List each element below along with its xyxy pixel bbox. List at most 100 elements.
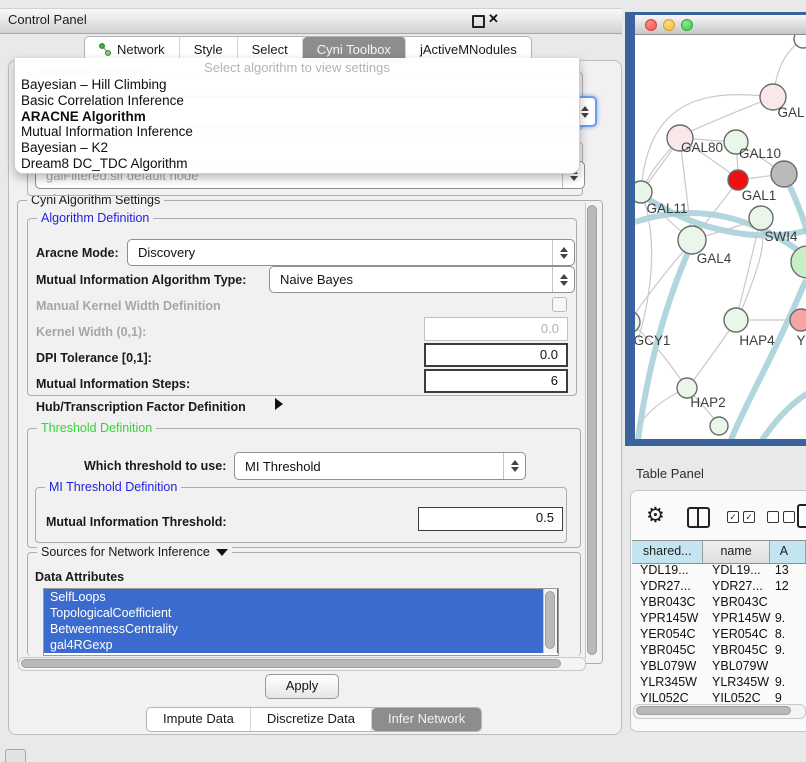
apply-button[interactable]: Apply — [265, 674, 339, 699]
threshold-definition-title: Threshold Definition — [37, 421, 156, 435]
table-row[interactable]: YIL052CYIL052C9 — [632, 690, 806, 702]
table-row[interactable]: YBR043CYBR043C — [632, 594, 806, 610]
node-label: GAL10 — [739, 146, 781, 161]
network-node[interactable] — [791, 246, 806, 278]
network-canvas-svg: GALGAL80GAL10GAL1GAL11SWI4GAL4GCY1HAP4YH… — [635, 35, 806, 439]
tab-impute-data[interactable]: Impute Data — [147, 708, 251, 731]
network-edge[interactable] — [683, 97, 773, 135]
column-header-third[interactable]: A — [770, 541, 806, 563]
mi-type-combo[interactable]: Naive Bayes — [269, 266, 575, 293]
screen: Control Panel ✕ NetworkStyleSelectCyni T… — [0, 0, 806, 762]
combo-spinner-icon — [552, 240, 574, 265]
column-header-name[interactable]: name — [703, 541, 769, 563]
data-attribute-item[interactable]: BetweennessCentrality — [44, 621, 558, 637]
tab-discretize-data[interactable]: Discretize Data — [251, 708, 372, 731]
network-node-gal1[interactable] — [728, 170, 748, 190]
attributes-vertical-scrollbar[interactable] — [543, 589, 557, 653]
node-label: GCY1 — [635, 333, 670, 348]
network-node-swi4[interactable] — [749, 206, 773, 230]
mi-steps-input[interactable]: 6 — [424, 369, 568, 393]
node-label: GAL4 — [697, 251, 732, 266]
mi-threshold-label: Mutual Information Threshold: — [46, 515, 227, 529]
close-icon[interactable]: ✕ — [488, 11, 499, 27]
data-attribute-item[interactable]: SelfLoops — [44, 589, 558, 605]
algorithm-list: Bayesian – Hill ClimbingBasic Correlatio… — [15, 77, 579, 172]
combo-spinner-icon — [503, 453, 525, 479]
deselect-all-checkboxes-icon[interactable] — [767, 511, 795, 523]
node-label: GAL1 — [742, 188, 777, 203]
network-edge[interactable] — [731, 280, 806, 439]
table-row[interactable]: YPR145WYPR145W9. — [632, 610, 806, 626]
algorithm-dropdown-popup: Select algorithm to view settings Bayesi… — [14, 58, 580, 174]
mi-type-label: Mutual Information Algorithm Type: — [36, 273, 246, 287]
mi-steps-label: Mutual Information Steps: — [36, 377, 190, 391]
network-node-hap4[interactable] — [724, 308, 748, 332]
network-icon — [99, 43, 112, 56]
data-attributes-list[interactable]: SelfLoopsTopologicalCoefficientBetweenne… — [43, 588, 559, 656]
settings-vertical-scrollbar[interactable] — [585, 203, 599, 659]
bottom-tabs: Impute DataDiscretize DataInfer Network — [146, 707, 482, 732]
data-attribute-item[interactable]: gal4RGexp — [44, 637, 558, 653]
network-window-titlebar — [635, 15, 806, 35]
sources-collapse-arrow-icon[interactable] — [216, 549, 228, 556]
table-row[interactable]: YER054CYER054C8. — [632, 626, 806, 642]
table-panel-title: Table Panel — [636, 466, 704, 481]
close-traffic-light-icon[interactable] — [645, 19, 657, 31]
algorithm-option[interactable]: Mutual Information Inference — [15, 124, 579, 140]
mi-threshold-group-title: MI Threshold Definition — [45, 480, 181, 494]
which-threshold-combo[interactable]: MI Threshold — [234, 452, 526, 480]
minimize-traffic-light-icon[interactable] — [663, 19, 675, 31]
network-edge[interactable] — [762, 393, 806, 439]
network-edge[interactable] — [635, 244, 690, 322]
kernel-width-label: Kernel Width (0,1): — [36, 325, 146, 339]
float-window-icon[interactable] — [472, 15, 485, 28]
table-row[interactable]: YDR27...YDR27...12 — [632, 578, 806, 594]
manual-kernel-checkbox[interactable] — [552, 297, 567, 312]
select-all-checkboxes-icon[interactable]: ✓ ✓ — [727, 511, 755, 523]
algorithm-option[interactable]: Basic Correlation Inference — [15, 93, 579, 109]
minimized-panel-icon[interactable] — [5, 749, 26, 762]
dpi-tolerance-input[interactable]: 0.0 — [424, 343, 568, 367]
algorithm-option[interactable]: Bayesian – K2 — [15, 140, 579, 156]
algorithm-placeholder: Select algorithm to view settings — [15, 58, 579, 77]
node-label: GAL80 — [681, 140, 723, 155]
hub-section-label: Hub/Transcription Factor Definition — [36, 400, 246, 414]
network-node[interactable] — [794, 35, 806, 48]
settings-horizontal-scrollbar[interactable] — [18, 657, 586, 671]
control-panel-titlebar — [0, 8, 622, 34]
zoom-traffic-light-icon[interactable] — [681, 19, 693, 31]
table-horizontal-scrollbar[interactable] — [633, 704, 806, 719]
network-canvas[interactable]: GALGAL80GAL10GAL1GAL11SWI4GAL4GCY1HAP4YH… — [635, 35, 806, 439]
algorithm-option[interactable]: Dream8 DC_TDC Algorithm — [15, 156, 579, 172]
table-row[interactable]: YLR345WYLR345W9. — [632, 674, 806, 690]
network-node-gcy1[interactable] — [635, 311, 640, 333]
column-header-shared-name[interactable]: shared... — [632, 541, 703, 563]
network-node-gal4[interactable] — [678, 226, 706, 254]
node-label: HAP2 — [690, 395, 725, 410]
kernel-width-input[interactable]: 0.0 — [424, 317, 568, 341]
algorithm-option[interactable]: Bayesian – Hill Climbing — [15, 77, 579, 93]
table-header: shared... name A — [632, 540, 806, 564]
node-label: Y — [796, 333, 805, 348]
table-row[interactable]: YBL079WYBL079W — [632, 658, 806, 674]
node-label: GAL — [777, 105, 805, 120]
aracne-mode-combo[interactable]: Discovery — [127, 239, 575, 266]
network-node-gal11[interactable] — [635, 181, 652, 203]
document-icon[interactable] — [797, 504, 806, 528]
settings-gear-icon[interactable]: ⚙ — [646, 503, 665, 528]
hub-expand-arrow-icon[interactable] — [275, 398, 283, 410]
mi-threshold-input[interactable]: 0.5 — [418, 507, 563, 531]
tab-infer-network[interactable]: Infer Network — [372, 708, 481, 731]
control-panel-title: Control Panel — [8, 12, 87, 27]
algorithm-option[interactable]: ARACNE Algorithm — [15, 109, 579, 125]
node-label: SWI4 — [764, 229, 797, 244]
data-attribute-item[interactable]: TopologicalCoefficient — [44, 605, 558, 621]
network-node-y[interactable] — [790, 309, 806, 331]
split-columns-icon[interactable] — [687, 507, 710, 528]
algorithm-definition-title: Algorithm Definition — [37, 211, 153, 225]
table-row[interactable]: YBR045CYBR045C9. — [632, 642, 806, 658]
network-node[interactable] — [710, 417, 728, 435]
aracne-mode-label: Aracne Mode: — [36, 246, 119, 260]
table-row[interactable]: YDL19...YDL19...13 — [632, 562, 806, 578]
network-node[interactable] — [771, 161, 797, 187]
